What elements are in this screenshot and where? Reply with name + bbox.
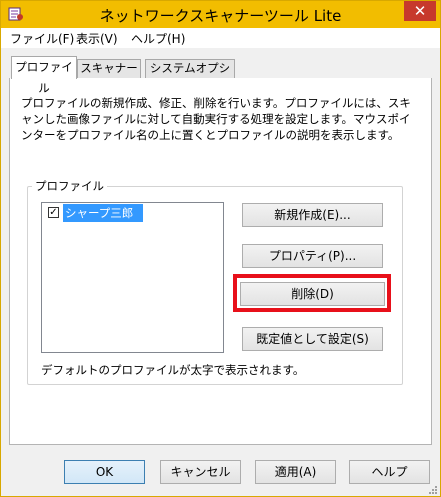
menu-file[interactable]: ファイル(F)	[8, 30, 76, 47]
profile-name[interactable]: シャープ三郎	[63, 204, 143, 222]
menu-bar: ファイル(F) 表示(V) ヘルプ(H)	[1, 28, 440, 48]
tab-profile[interactable]: プロファイル	[11, 56, 77, 95]
delete-button-highlight	[233, 274, 391, 312]
close-icon: ✕	[413, 2, 427, 20]
default-profile-note: デフォルトのプロファイルが太字で表示されます。	[41, 363, 305, 377]
close-button[interactable]: ✕	[404, 1, 436, 21]
help-button[interactable]: ヘルプ	[349, 460, 430, 484]
window-title: ネットワークスキャナーツール Lite	[99, 7, 342, 25]
properties-button[interactable]: プロパティ(P)...	[242, 244, 383, 268]
profile-checkbox[interactable]: ✓	[48, 207, 59, 218]
apply-button[interactable]: 適用(A)	[255, 460, 336, 484]
menu-view[interactable]: 表示(V)	[74, 30, 120, 47]
ok-button[interactable]: OK	[64, 460, 145, 484]
app-window: ネットワークスキャナーツール Lite ✕ ファイル(F) 表示(V) ヘルプ(…	[0, 0, 441, 497]
tab-scanner[interactable]: スキャナー	[77, 59, 141, 78]
resize-grip-icon[interactable]	[427, 483, 437, 494]
menu-help[interactable]: ヘルプ(H)	[129, 30, 187, 47]
profile-listbox[interactable]: ✓ シャープ三郎	[41, 202, 224, 353]
profile-group-label: プロファイル	[32, 178, 107, 194]
title-bar[interactable]: ネットワークスキャナーツール Lite ✕	[1, 1, 440, 28]
cancel-button[interactable]: キャンセル	[160, 460, 241, 484]
set-default-button[interactable]: 既定値として設定(S)	[242, 327, 383, 351]
new-profile-button[interactable]: 新規作成(E)...	[242, 203, 383, 227]
tab-system-options[interactable]: システムオプション	[145, 59, 235, 92]
profile-description: プロファイルの新規作成、修正、削除を行います。プロファイルには、スキャンした画像…	[21, 96, 411, 142]
list-item[interactable]: ✓ シャープ三郎	[43, 204, 143, 222]
